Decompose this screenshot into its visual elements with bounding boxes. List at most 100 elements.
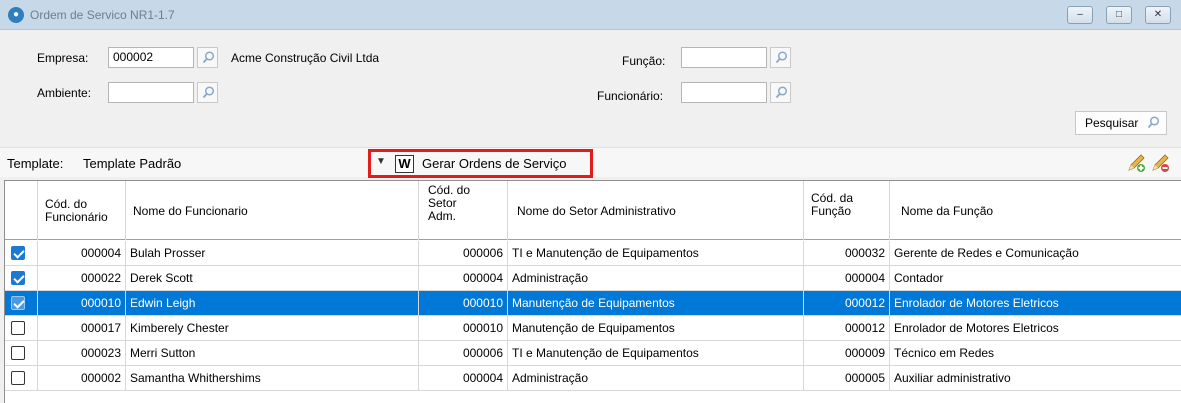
cell-nome-setor: Manutenção de Equipamentos	[508, 316, 804, 340]
row-checkbox[interactable]	[11, 246, 25, 260]
header-nome-funcao-label: Nome da Função	[901, 204, 994, 218]
search-icon	[775, 51, 788, 64]
cell-nome-funcionario: Edwin Leigh	[126, 291, 419, 315]
cell-nome-funcionario: Derek Scott	[126, 266, 419, 290]
search-icon	[202, 86, 215, 99]
row-check-cell	[5, 316, 38, 340]
cell-cod-funcionario: 000004	[38, 241, 126, 265]
header-nome-setor-label: Nome do Setor Administrativo	[517, 204, 676, 218]
template-label: Template:	[7, 156, 64, 171]
cell-cod-funcao: 000032	[804, 241, 890, 265]
employees-grid: Cód. do Funcionário Nome do Funcionario …	[4, 180, 1181, 403]
row-checkbox[interactable]	[11, 346, 25, 360]
cell-cod-setor: 000006	[419, 341, 508, 365]
cell-cod-funcao: 000004	[804, 266, 890, 290]
row-check-cell	[5, 341, 38, 365]
cell-nome-setor: TI e Manutenção de Equipamentos	[508, 241, 804, 265]
gerar-ordens-button[interactable]: Gerar Ordens de Serviço	[422, 156, 567, 171]
cell-nome-funcionario: Samantha Whithershims	[126, 366, 419, 390]
cell-cod-funcao: 000005	[804, 366, 890, 390]
cell-cod-funcionario: 000022	[38, 266, 126, 290]
table-row[interactable]: 000023 Merri Sutton 000006 TI e Manutenç…	[5, 341, 1181, 366]
cell-nome-setor: TI e Manutenção de Equipamentos	[508, 341, 804, 365]
row-check-cell	[5, 266, 38, 290]
title-bar: ● Ordem de Servico NR1-1.7 – □ ✕	[0, 0, 1181, 30]
cell-nome-funcao: Contador	[894, 271, 944, 285]
search-icon	[775, 86, 788, 99]
funcao-input[interactable]	[681, 47, 767, 68]
funcao-label: Função:	[622, 54, 666, 68]
row-check-cell	[5, 241, 38, 265]
table-row[interactable]: 000017 Kimberely Chester 000010 Manutenç…	[5, 316, 1181, 341]
filter-panel: Empresa: 000002 Acme Construção Civil Lt…	[0, 30, 1181, 147]
ambiente-lookup-button[interactable]	[197, 82, 218, 103]
empresa-name: Acme Construção Civil Ltda	[231, 51, 380, 65]
cell-nome-setor: Administração	[508, 366, 804, 390]
cell-nome-funcao: Enrolador de Motores Eletricos	[894, 321, 1059, 335]
funcionario-lookup-button[interactable]	[770, 82, 791, 103]
cell-cod-setor: 000010	[419, 291, 508, 315]
cell-nome-funcao: Técnico em Redes	[894, 346, 995, 360]
cell-cod-funcionario: 000002	[38, 366, 126, 390]
cell-cod-funcionario: 000017	[38, 316, 126, 340]
cell-nome-funcao: Auxiliar administrativo	[894, 371, 1011, 385]
funcionario-label: Funcionário:	[597, 89, 664, 103]
empresa-code-input[interactable]: 000002	[108, 47, 194, 68]
header-check-column[interactable]	[5, 181, 38, 240]
table-row[interactable]: 000002 Samantha Whithershims 000004 Admi…	[5, 366, 1181, 391]
search-icon	[1147, 116, 1160, 129]
cell-nome-funcionario: Bulah Prosser	[126, 241, 419, 265]
empresa-lookup-button[interactable]	[197, 47, 218, 68]
row-checkbox[interactable]	[11, 271, 25, 285]
empresa-label: Empresa:	[37, 51, 89, 65]
cell-nome-setor: Administração	[508, 266, 804, 290]
cell-cod-setor: 000004	[419, 266, 508, 290]
row-check-cell	[5, 291, 38, 315]
row-checkbox[interactable]	[11, 321, 25, 335]
cell-cod-setor: 000004	[419, 366, 508, 390]
cell-nome-funcionario: Kimberely Chester	[126, 316, 419, 340]
search-button-label: Pesquisar	[1085, 116, 1139, 130]
cell-cod-funcionario: 000023	[38, 341, 126, 365]
cell-cod-funcao: 000012	[804, 316, 890, 340]
header-cod-funcao-line2: Função	[811, 204, 852, 218]
header-nome-funcionario[interactable]: Nome do Funcionario	[126, 181, 419, 240]
maximize-button[interactable]: □	[1106, 6, 1132, 24]
row-checkbox[interactable]	[11, 296, 25, 310]
cell-cod-funcao: 000009	[804, 341, 890, 365]
cell-nome-setor: Manutenção de Equipamentos	[508, 291, 804, 315]
header-cod-funcao[interactable]: Cód. da Função	[804, 181, 890, 240]
cell-cod-setor: 000006	[419, 241, 508, 265]
header-cod-setor[interactable]: Cód. do Setor Adm.	[419, 181, 508, 240]
cell-nome-funcionario: Merri Sutton	[126, 341, 419, 365]
app-icon: ●	[8, 7, 24, 23]
header-cod-setor-line3: Adm.	[428, 209, 457, 223]
cell-nome-funcao: Gerente de Redes e Comunicação	[894, 246, 1079, 260]
word-icon[interactable]: W	[395, 155, 414, 173]
funcao-lookup-button[interactable]	[770, 47, 791, 68]
grid-header: Cód. do Funcionário Nome do Funcionario …	[5, 181, 1181, 240]
table-row[interactable]: 000010 Edwin Leigh 000010 Manutenção de …	[5, 291, 1181, 316]
edit-remove-icon[interactable]	[1150, 153, 1172, 173]
header-nome-funcao[interactable]: Nome da Função	[890, 181, 1181, 240]
header-cod-funcionario[interactable]: Cód. do Funcionário	[38, 181, 126, 240]
table-row[interactable]: 000004 Bulah Prosser 000006 TI e Manuten…	[5, 241, 1181, 266]
cell-cod-funcao: 000012	[804, 291, 890, 315]
edit-add-icon[interactable]	[1126, 153, 1148, 173]
row-check-cell	[5, 366, 38, 390]
template-toolbar: Template: Template Padrão ▼ W Gerar Orde…	[0, 147, 1181, 178]
funcionario-input[interactable]	[681, 82, 767, 103]
close-button[interactable]: ✕	[1145, 6, 1171, 24]
table-row[interactable]: 000022 Derek Scott 000004 Administração …	[5, 266, 1181, 291]
cell-nome-funcao: Enrolador de Motores Eletricos	[894, 296, 1059, 310]
search-button[interactable]: Pesquisar	[1075, 111, 1167, 135]
header-nome-setor[interactable]: Nome do Setor Administrativo	[508, 181, 804, 240]
minimize-button[interactable]: –	[1067, 6, 1093, 24]
template-select[interactable]: Template Padrão	[83, 156, 181, 171]
ambiente-input[interactable]	[108, 82, 194, 103]
row-checkbox[interactable]	[11, 371, 25, 385]
header-cod-funcionario-line2: Funcionário	[45, 210, 108, 224]
cell-cod-setor: 000010	[419, 316, 508, 340]
cell-cod-funcionario: 000010	[38, 291, 126, 315]
ambiente-label: Ambiente:	[37, 86, 92, 100]
